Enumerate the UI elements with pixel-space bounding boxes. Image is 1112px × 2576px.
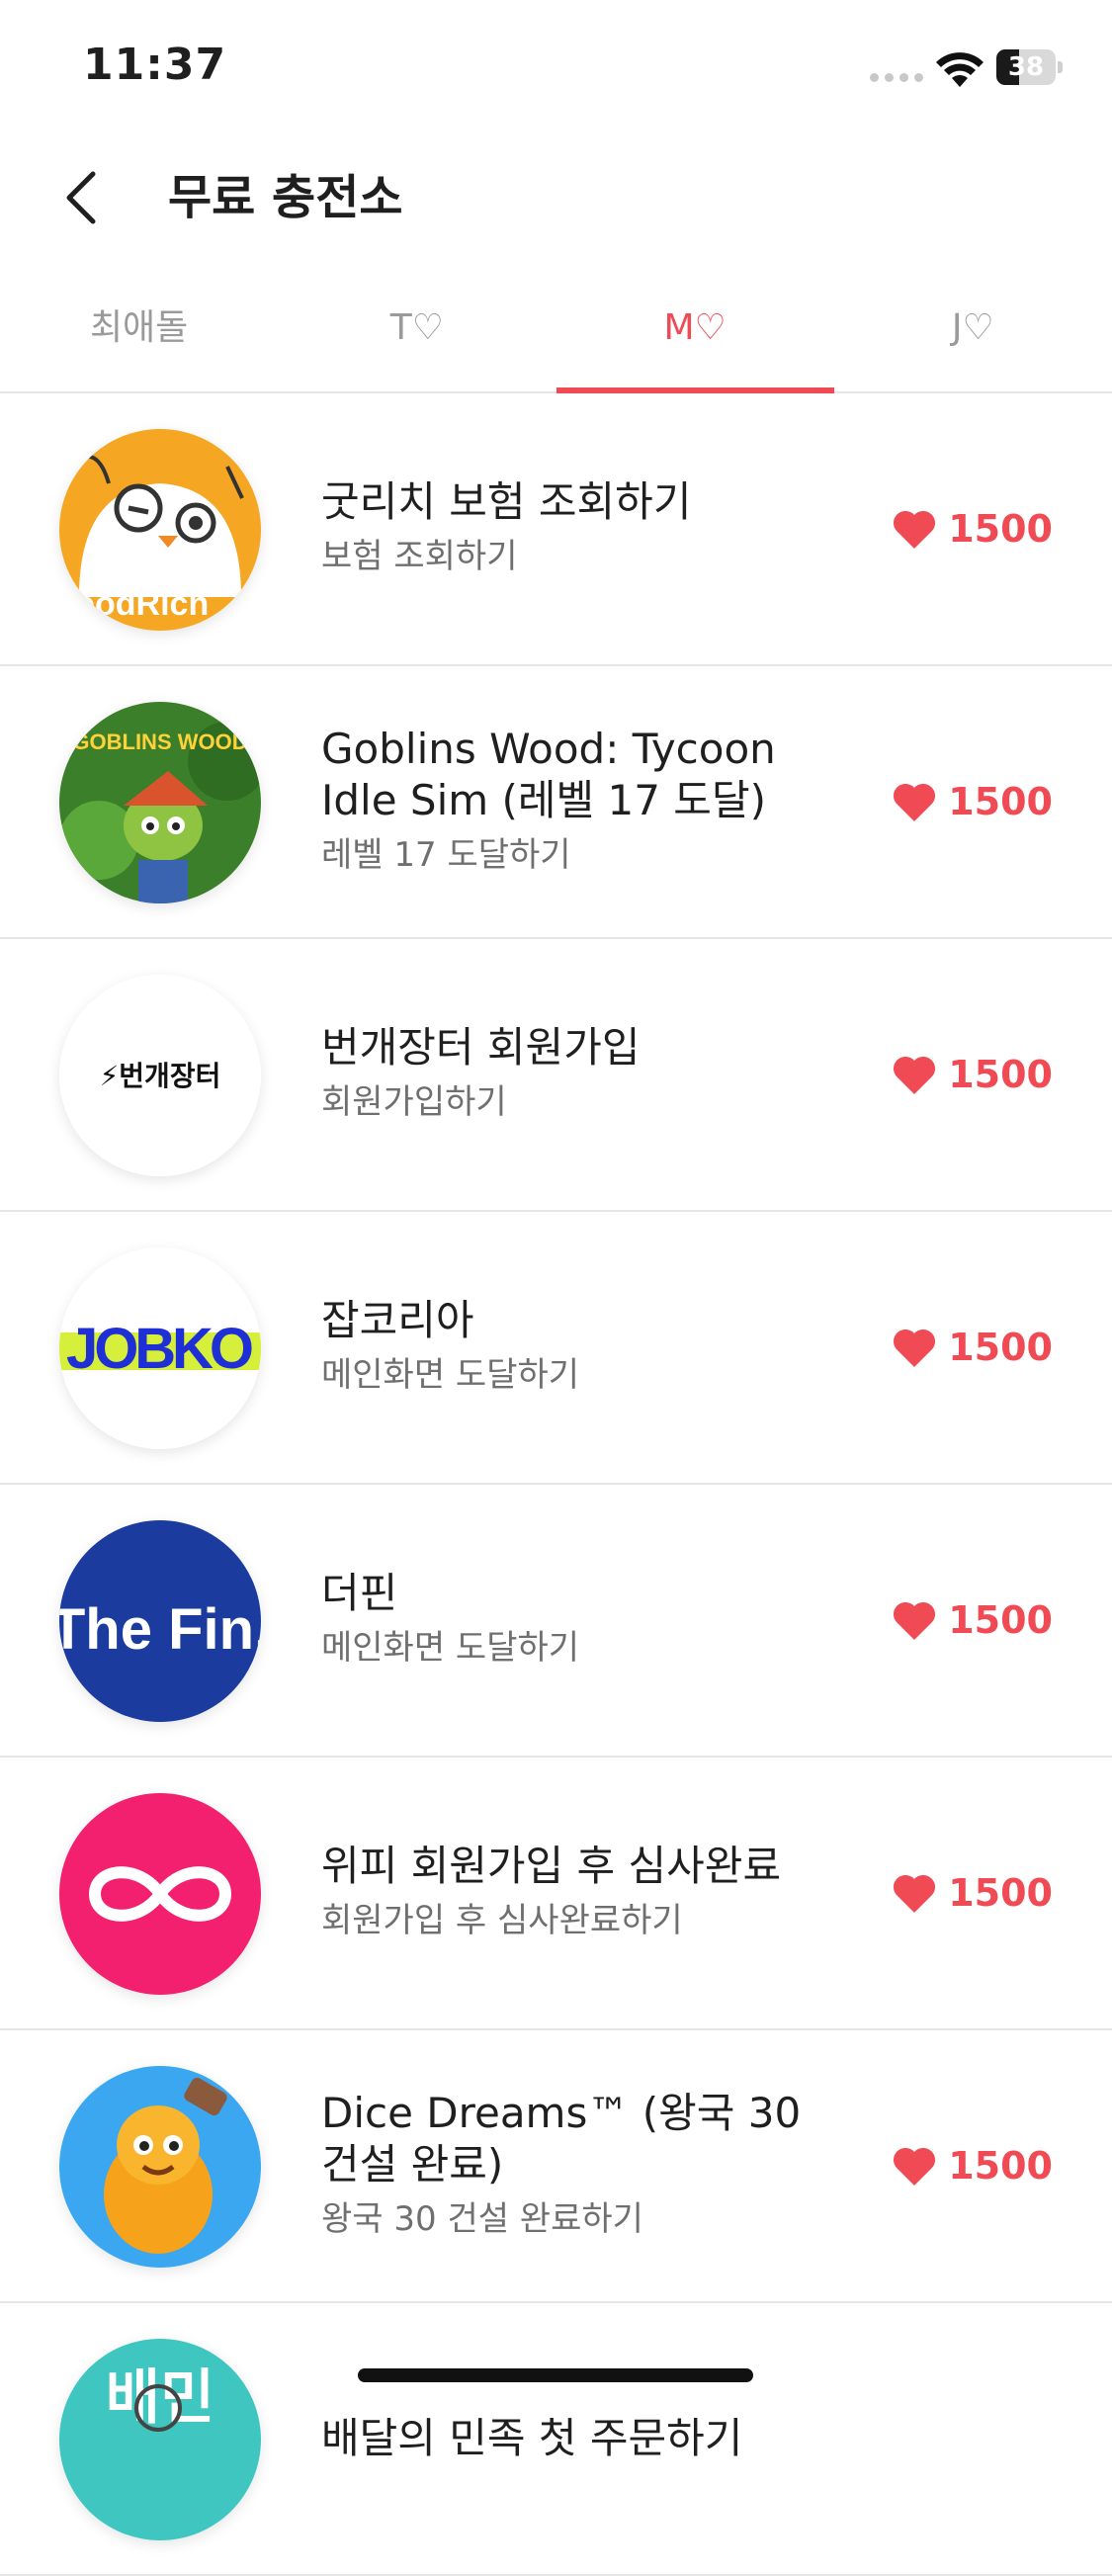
list-item[interactable]: 위피 회원가입 후 심사완료 회원가입 후 심사완료하기 1500 [0,1758,1112,2030]
reward-badge: 1500 [891,2030,1053,2301]
logo-text: GoodRich [59,585,209,623]
item-texts: 굿리치 보험 조회하기 보험 조회하기 [321,393,835,664]
item-texts: 배달의 민족 첫 주문하기 [321,2303,835,2574]
reward-badge: 1500 [891,1758,1053,2028]
tab-j-heart[interactable]: J♡ [834,287,1112,391]
app-header: 무료 충전소 [0,138,1112,257]
list-item[interactable]: Dice Dreams™ (왕국 30 건설 완료) 왕국 30 건설 완료하기… [0,2030,1112,2303]
item-texts: 위피 회원가입 후 심사완료 회원가입 후 심사완료하기 [321,1758,835,2028]
item-texts: 더핀 메인화면 도달하기 [321,1485,835,1756]
list-item[interactable]: GoodRich 굿리치 보험 조회하기 보험 조회하기 1500 [0,393,1112,666]
list-item[interactable]: GOBLINS WOOD Goblins Wood: Tycoon Idle S… [0,666,1112,939]
dice-dreams-logo [59,2066,261,2268]
item-title: Dice Dreams™ (왕국 30 건설 완료) [321,2089,802,2189]
reward-amount: 1500 [948,2144,1053,2188]
reward-amount: 1500 [948,1871,1053,1915]
heart-icon [894,1601,936,1640]
status-bar: 11:37 38 [0,0,1112,138]
logo-text: JOBKO [66,1317,254,1381]
battery-percent: 38 [1007,52,1045,82]
item-title: 굿리치 보험 조회하기 [321,477,692,526]
item-texts: Goblins Wood: Tycoon Idle Sim (레벨 17 도달)… [321,666,835,937]
item-title: 더핀 [321,1569,398,1617]
reward-amount: 1500 [948,1053,1053,1096]
item-subtitle: 메인화면 도달하기 [321,1355,580,1395]
item-subtitle: 왕국 30 건설 완료하기 [321,2199,643,2239]
item-title: 잡코리아 [321,1296,474,1344]
tab-label: J♡ [951,307,994,348]
list-item[interactable]: ⚡번개장터 번개장터 회원가입 회원가입하기 1500 [0,939,1112,1212]
heart-icon [894,1056,936,1094]
page-title: 무료 충전소 [168,170,403,225]
tab-label: M♡ [663,307,727,348]
reward-amount: 1500 [948,1598,1053,1642]
wifi-icon [936,52,984,87]
goblins-wood-logo: GOBLINS WOOD [59,702,261,903]
heart-icon [894,2147,936,2186]
tab-label: T♡ [389,307,444,348]
item-texts: Dice Dreams™ (왕국 30 건설 완료) 왕국 30 건설 완료하기 [321,2030,835,2301]
cellular-signal-icon [870,73,923,82]
reward-badge: 1500 [891,393,1053,664]
item-title: Goblins Wood: Tycoon Idle Sim (레벨 17 도달) [321,725,776,824]
tab-m-heart[interactable]: M♡ [556,287,834,393]
tab-choiaedol[interactable]: 최애돌 [0,287,278,391]
reward-badge: 1500 [891,1212,1053,1483]
item-title: 배달의 민족 첫 주문하기 [321,2414,743,2462]
home-indicator[interactable] [358,2368,753,2382]
thefin-logo: The Fin. [59,1520,261,1722]
tab-label: 최애돌 [89,307,189,348]
bungaejangter-logo: ⚡번개장터 [59,975,261,1176]
reward-badge: 1500 [891,1485,1053,1756]
logo-text: GOBLINS WOOD [72,730,247,754]
item-title: 번개장터 회원가입 [321,1023,641,1072]
list-item[interactable]: 배민 배달의 민족 첫 주문하기 [0,2303,1112,2576]
item-subtitle: 회원가입하기 [321,1082,507,1122]
chevron-left-icon[interactable] [51,162,111,233]
goodrich-logo: GoodRich [59,429,261,631]
baemin-logo: 배민 [59,2339,261,2540]
logo-text: The Fin. [59,1597,261,1662]
heart-icon [894,783,936,821]
item-texts: 번개장터 회원가입 회원가입하기 [321,939,835,1210]
wippy-logo [59,1793,261,1995]
item-texts: 잡코리아 메인화면 도달하기 [321,1212,835,1483]
reward-badge: 1500 [891,939,1053,1210]
tab-bar: 최애돌 T♡ M♡ J♡ [0,287,1112,393]
list-item[interactable]: The Fin. 더핀 메인화면 도달하기 1500 [0,1485,1112,1758]
reward-amount: 1500 [948,780,1053,823]
logo-text: ⚡번개장터 [100,1060,221,1092]
reward-amount: 1500 [948,1326,1053,1369]
item-subtitle: 메인화면 도달하기 [321,1628,580,1668]
offer-list: GoodRich 굿리치 보험 조회하기 보험 조회하기 1500 GOBLIN… [0,393,1112,2576]
heart-icon [894,510,936,549]
reward-amount: 1500 [948,507,1053,551]
tab-t-heart[interactable]: T♡ [278,287,556,391]
battery-icon: 38 [996,49,1064,85]
status-time: 11:37 [83,40,227,90]
list-item[interactable]: JOBKO 잡코리아 메인화면 도달하기 1500 [0,1212,1112,1485]
item-subtitle: 회원가입 후 심사완료하기 [321,1901,683,1940]
item-title: 위피 회원가입 후 심사완료 [321,1842,782,1890]
logo-text: 배민 [106,2363,214,2433]
jobkorea-logo: JOBKO [59,1247,261,1449]
item-subtitle: 보험 조회하기 [321,537,518,576]
reward-badge: 1500 [891,666,1053,937]
heart-icon [894,1874,936,1913]
heart-icon [894,1329,936,1367]
item-subtitle: 레벨 17 도달하기 [321,835,571,875]
